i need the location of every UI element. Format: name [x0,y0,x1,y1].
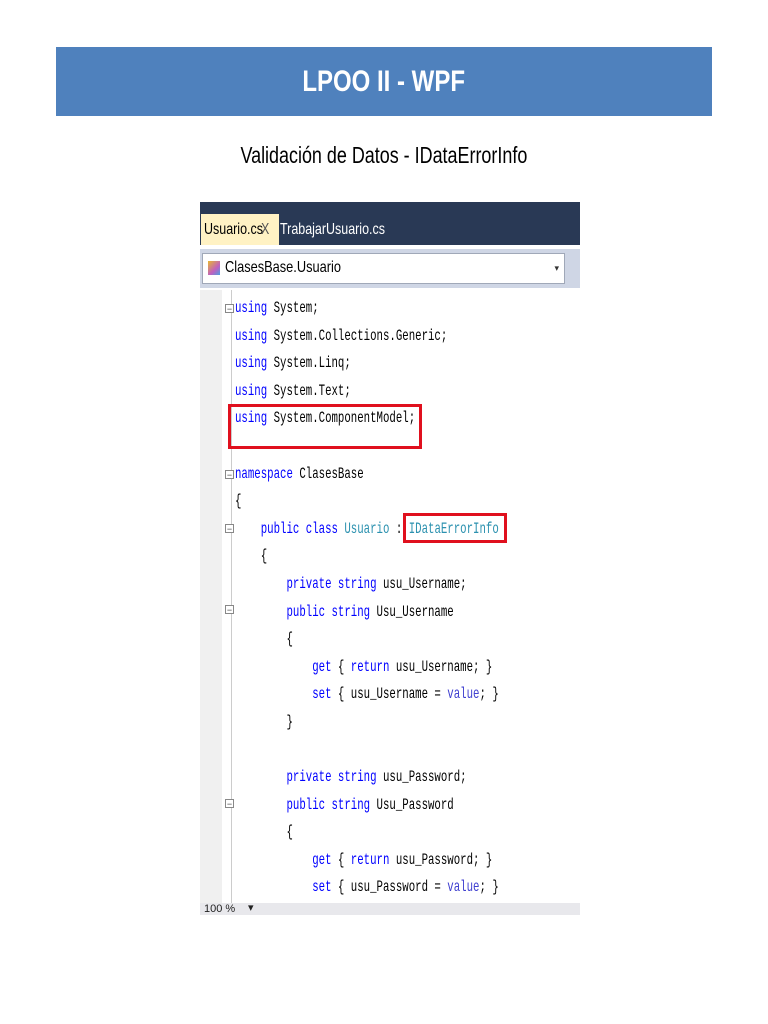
code-editor[interactable]: − − − − − using System; using System.Coll… [200,290,580,903]
tab-label: Usuario.cs [204,221,263,238]
code-line: { [235,626,499,654]
code-line: set { usu_Password = value; } [235,874,499,902]
code-line: { [235,543,499,571]
code-line: } [235,709,499,737]
code-token: { [331,850,351,869]
code-token: System; [267,299,319,317]
code-line: private string usu_Username; [235,571,499,599]
code-token: System.Linq; [267,354,351,373]
code-token: get [312,850,332,869]
tab-bar: Usuario.cs X TrabajarUsuario.cs [200,202,580,245]
code-token: get [312,657,332,676]
highlight-box-interface [403,513,507,543]
code-token: usu_Username; [376,574,467,593]
collapse-icon[interactable]: − [225,304,234,314]
code-token: } [235,712,293,731]
code-token: private string [286,768,377,787]
collapse-icon[interactable]: − [225,470,234,480]
code-line: public string Usu_Password [235,792,499,820]
code-line: using System.Collections.Generic; [235,323,499,351]
outline-gutter [231,290,232,903]
code-token: System.Text; [267,381,351,400]
code-token: private string [286,574,377,593]
code-token: Usuario [344,519,390,538]
code-line: using System.Linq; [235,350,499,378]
code-line: using System; [235,295,499,323]
code-token: { usu_Password = [331,878,448,897]
chevron-down-icon[interactable]: ▾ [554,263,559,274]
code-token: using [235,326,268,345]
code-token: return [350,850,390,869]
indicator-margin [200,290,222,903]
code-line: set { usu_Username = value; } [235,681,499,709]
code-token: public class [260,519,338,538]
code-token: { [235,492,242,511]
code-token: ClasesBase [292,464,364,483]
highlight-box-using [228,404,422,449]
code-token: usu_Username; } [389,657,493,676]
collapse-icon[interactable]: − [225,605,234,615]
code-token: using [235,299,268,317]
code-token: public string [286,602,371,621]
code-token: Usu_Password [370,795,454,814]
tab-label: TrabajarUsuario.cs [280,221,385,238]
code-line: using System.Text; [235,378,499,406]
tab-usuario-cs[interactable]: Usuario.cs X [201,214,279,245]
tab-trabajarusuario-cs[interactable]: TrabajarUsuario.cs [280,214,415,245]
zoom-level[interactable]: 100 % [204,903,235,915]
class-icon [208,261,220,275]
code-line: public string Usu_Username [235,599,499,627]
navigation-bar: ClasesBase.Usuario ▾ [200,249,580,288]
chevron-down-icon[interactable]: ▾ [248,901,254,914]
code-line: { [235,488,499,516]
code-token: { [235,547,268,566]
code-token: { [331,657,351,676]
code-token: set [312,878,332,897]
code-token: { usu_Username = [331,685,448,704]
subtitle-text: Validación de Datos - IDataErrorInfo [240,142,528,168]
code-token: value [447,685,480,704]
slide-subtitle: Validación de Datos - IDataErrorInfo [0,142,768,169]
code-token: { [235,630,293,649]
status-bar: 100 % ▾ [200,901,580,915]
code-line: namespace ClasesBase [235,461,499,489]
code-line: private string usu_Password; [235,764,499,792]
collapse-icon[interactable]: − [225,524,234,534]
type-selector-value: ClasesBase.Usuario [225,259,341,276]
code-token: namespace [235,464,293,483]
code-line: { [235,819,499,847]
code-token: return [350,657,390,676]
code-line: get { return usu_Password; } [235,847,499,875]
title-banner: LPOO II - WPF [56,47,712,116]
type-selector[interactable]: ClasesBase.Usuario ▾ [202,253,565,284]
code-token: ; } [479,878,499,897]
code-token: { [235,823,293,842]
code-token: using [235,354,268,373]
code-token: System.Collections.Generic; [267,326,448,345]
close-icon[interactable]: X [261,214,269,245]
ide-screenshot: Usuario.cs X TrabajarUsuario.cs ClasesBas… [200,202,580,915]
code-token: set [312,685,332,704]
code-token: Usu_Username [370,602,454,621]
code-token: usu_Password; } [389,850,493,869]
code-token: ; } [479,685,499,704]
code-token: public string [286,795,371,814]
collapse-icon[interactable]: − [225,799,234,809]
code-token: usu_Password; [376,768,467,787]
slide-title: LPOO II - WPF [302,64,466,98]
code-line: get { return usu_Username; } [235,654,499,682]
code-text: using System; using System.Collections.Ge… [235,295,499,902]
code-token: using [235,381,268,400]
code-token: value [447,878,480,897]
